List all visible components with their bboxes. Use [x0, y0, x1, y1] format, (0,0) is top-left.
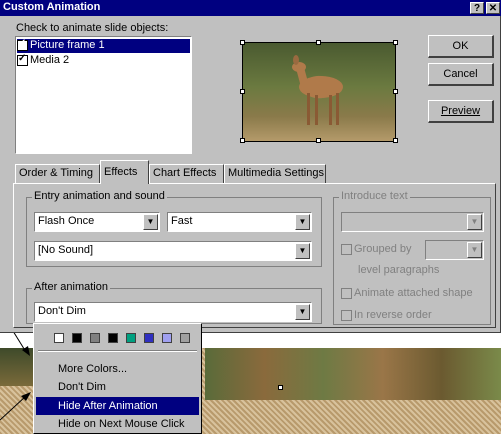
- chevron-down-icon[interactable]: ▼: [143, 214, 158, 230]
- chevron-down-icon[interactable]: ▼: [467, 242, 482, 258]
- color-swatch[interactable]: [54, 333, 64, 343]
- deer-illustration: [292, 55, 343, 125]
- list-item[interactable]: Picture frame 1: [17, 38, 190, 53]
- after-animation-dropdown[interactable]: More Colors... Don't Dim Hide After Anim…: [33, 323, 202, 434]
- menu-divider: [38, 350, 197, 352]
- custom-animation-dialog: Custom Animation ? ✕ Check to animate sl…: [0, 0, 501, 333]
- introduce-text-select[interactable]: ▼: [341, 212, 484, 232]
- color-swatch[interactable]: [90, 333, 100, 343]
- help-button[interactable]: ?: [470, 2, 484, 14]
- resize-handle[interactable]: [240, 138, 245, 143]
- grouped-by-row[interactable]: Grouped by: [341, 243, 411, 255]
- entry-effect-select[interactable]: Flash Once ▼: [34, 212, 160, 232]
- title-bar: Custom Animation ? ✕: [0, 0, 501, 16]
- list-item[interactable]: Media 2: [17, 53, 190, 68]
- resize-handle[interactable]: [240, 89, 245, 94]
- chevron-down-icon[interactable]: ▼: [295, 243, 310, 259]
- tab-effects[interactable]: Effects: [100, 160, 149, 184]
- resize-handle[interactable]: [316, 138, 321, 143]
- resize-handle[interactable]: [278, 385, 283, 390]
- grouped-by-level-select[interactable]: ▼: [425, 240, 484, 260]
- sound-select[interactable]: [No Sound] ▼: [34, 241, 312, 261]
- entry-group-label: Entry animation and sound: [32, 190, 167, 202]
- menu-item-more-colors[interactable]: More Colors...: [36, 360, 199, 378]
- menu-item-hide-after-animation[interactable]: Hide After Animation: [36, 397, 199, 415]
- resize-handle[interactable]: [240, 40, 245, 45]
- window-title: Custom Animation: [3, 1, 101, 13]
- effects-panel: Entry animation and sound Flash Once ▼ Fa…: [13, 183, 496, 328]
- checkbox-picture-frame-1[interactable]: [17, 38, 28, 51]
- slide-picture: [205, 348, 501, 400]
- chevron-down-icon[interactable]: ▼: [467, 214, 482, 230]
- objects-label: Check to animate slide objects:: [16, 22, 169, 34]
- resize-handle[interactable]: [316, 40, 321, 45]
- color-swatch[interactable]: [162, 333, 172, 343]
- ok-button[interactable]: OK: [428, 35, 494, 58]
- grouped-by-checkbox[interactable]: [341, 243, 352, 255]
- menu-item-dont-dim[interactable]: Don't Dim: [36, 378, 199, 396]
- slide-objects-list[interactable]: Media 2 Picture frame 1: [15, 36, 192, 154]
- resize-handle[interactable]: [393, 138, 398, 143]
- color-swatch[interactable]: [144, 333, 154, 343]
- color-swatch[interactable]: [108, 333, 118, 343]
- animate-attached-checkbox[interactable]: [341, 287, 352, 299]
- tab-chart-effects[interactable]: Chart Effects: [149, 164, 224, 183]
- introduce-text-label: Introduce text: [339, 190, 410, 202]
- reverse-order-row[interactable]: In reverse order: [341, 309, 432, 321]
- menu-item-hide-on-next-click[interactable]: Hide on Next Mouse Click: [36, 415, 199, 433]
- chevron-down-icon[interactable]: ▼: [295, 214, 310, 230]
- checkbox-media-2[interactable]: [17, 53, 28, 66]
- color-swatch[interactable]: [72, 333, 82, 343]
- animate-attached-row[interactable]: Animate attached shape: [341, 287, 473, 299]
- entry-speed-select[interactable]: Fast ▼: [167, 212, 312, 232]
- reverse-order-checkbox[interactable]: [341, 309, 352, 321]
- after-animation-label: After animation: [32, 281, 110, 293]
- color-swatch[interactable]: [180, 333, 190, 343]
- tab-order-timing[interactable]: Order & Timing: [15, 164, 100, 183]
- close-icon[interactable]: ✕: [486, 2, 500, 14]
- color-swatch[interactable]: [126, 333, 136, 343]
- resize-handle[interactable]: [393, 89, 398, 94]
- after-animation-select[interactable]: Don't Dim ▼: [34, 302, 312, 322]
- level-paragraphs-label: level paragraphs: [358, 264, 440, 276]
- resize-handle[interactable]: [393, 40, 398, 45]
- preview-button[interactable]: Preview: [428, 100, 494, 123]
- cancel-button[interactable]: Cancel: [428, 63, 494, 86]
- preview-thumbnail: [242, 42, 396, 142]
- chevron-down-icon[interactable]: ▼: [295, 304, 310, 320]
- tab-multimedia-settings[interactable]: Multimedia Settings: [224, 164, 326, 183]
